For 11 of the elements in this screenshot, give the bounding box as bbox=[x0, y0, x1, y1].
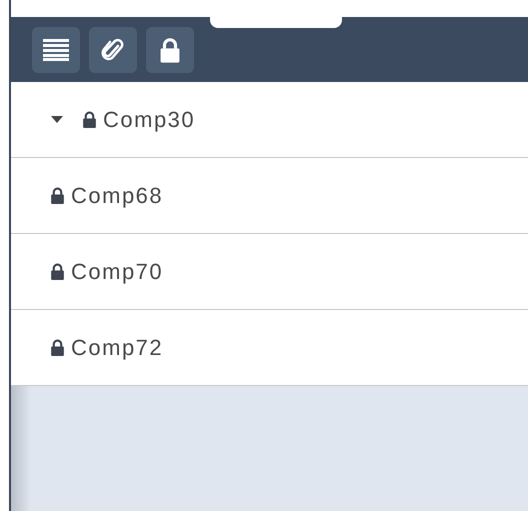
paperclip-button[interactable] bbox=[89, 26, 137, 72]
caret-icon[interactable] bbox=[51, 116, 63, 123]
paperclip-icon bbox=[101, 36, 125, 62]
lock-icon bbox=[159, 36, 181, 62]
lock-button[interactable] bbox=[146, 26, 194, 72]
item-label: Comp68 bbox=[71, 182, 164, 210]
item-label: Comp30 bbox=[103, 106, 196, 134]
item-label: Comp72 bbox=[71, 334, 164, 362]
item-label: Comp70 bbox=[71, 258, 164, 286]
list-icon bbox=[43, 38, 69, 60]
list-button[interactable] bbox=[32, 26, 80, 72]
